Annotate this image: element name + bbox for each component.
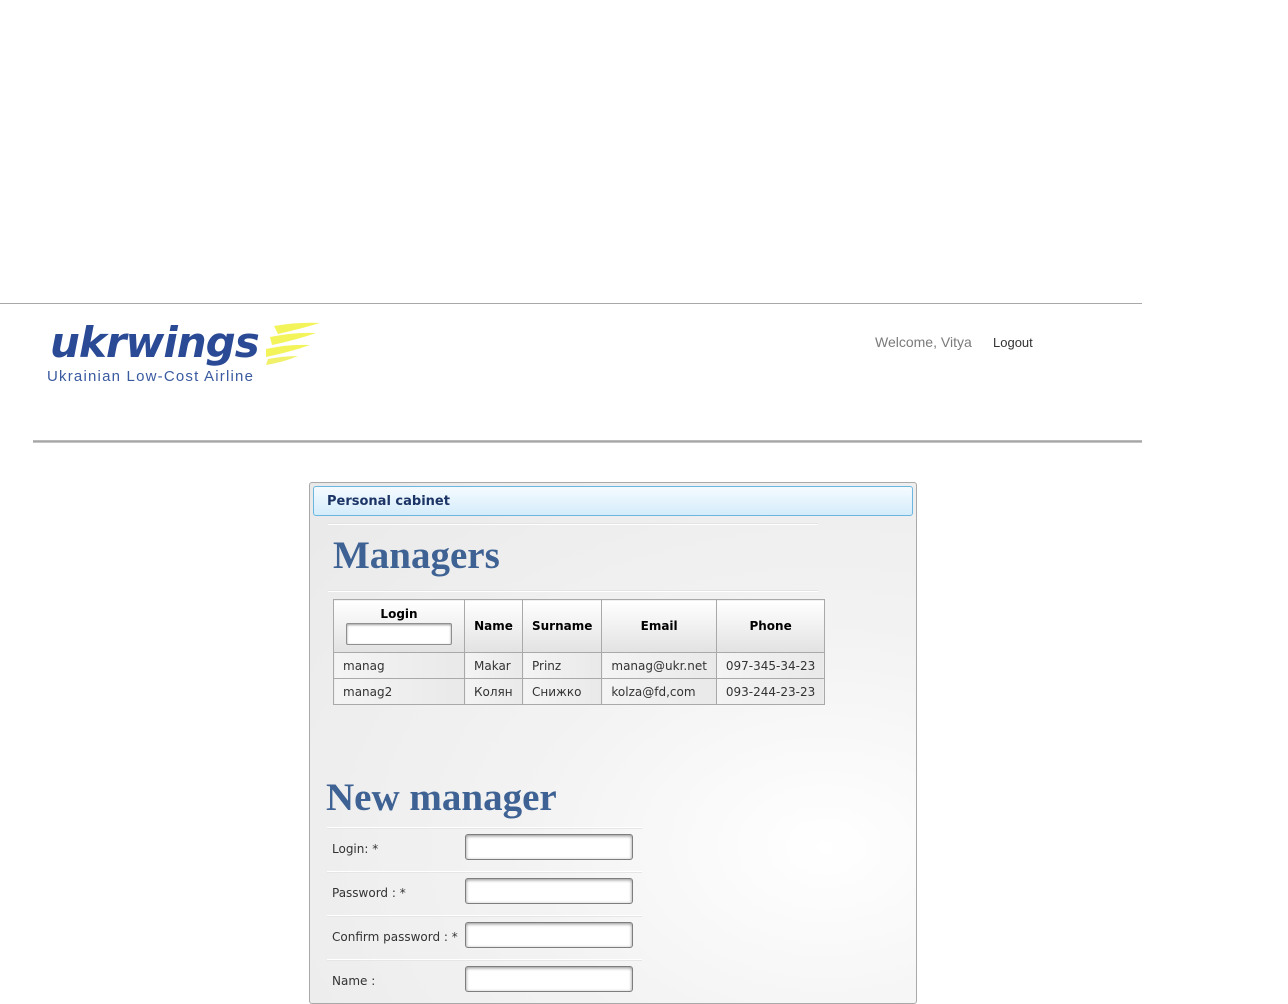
wings-swoosh-icon xyxy=(266,322,320,365)
section-divider xyxy=(328,590,818,592)
row-divider xyxy=(327,828,642,829)
table-row[interactable]: manag2 Колян Снижко kolza@fd,com 093-244… xyxy=(333,678,826,705)
column-header-label: Login xyxy=(380,607,418,621)
table-row[interactable]: manag Makar Prinz manag@ukr.net 097-345-… xyxy=(333,652,826,679)
cell-email: manag@ukr.net xyxy=(601,652,717,679)
logout-link[interactable]: Logout xyxy=(993,335,1033,350)
cell-email: kolza@fd,com xyxy=(601,678,717,705)
password-label: Password : * xyxy=(332,886,406,900)
personal-cabinet-panel: Personal cabinet Managers Login Name Sur… xyxy=(309,482,917,1004)
ukrwings-logo[interactable]: ukrwings Ukrainian Low-Cost Airline xyxy=(46,318,326,388)
password-input[interactable] xyxy=(465,878,633,904)
confirm-password-label: Confirm password : * xyxy=(332,930,458,944)
logo-tagline: Ukrainian Low-Cost Airline xyxy=(47,368,255,385)
section-divider xyxy=(328,523,818,525)
cell-surname: Prinz xyxy=(521,652,603,679)
panel-header[interactable]: Personal cabinet xyxy=(313,486,913,516)
form-row-password: Password : * xyxy=(327,871,642,916)
cell-login: manag2 xyxy=(333,678,465,705)
cell-phone: 097-345-34-23 xyxy=(715,652,826,679)
panel-title: Personal cabinet xyxy=(327,494,450,509)
login-label: Login: * xyxy=(332,842,379,856)
managers-title: Managers xyxy=(333,534,500,577)
column-header-phone[interactable]: Phone xyxy=(715,599,826,653)
row-divider xyxy=(327,960,642,961)
managers-table: Login Name Surname Email Phone manag Mak… xyxy=(333,599,826,705)
logo-wordmark: ukrwings xyxy=(50,318,260,367)
cell-surname: Снижко xyxy=(521,678,603,705)
login-filter-input[interactable] xyxy=(346,623,452,645)
form-row-name: Name : xyxy=(327,959,642,1004)
row-divider xyxy=(327,872,642,873)
new-manager-title: New manager xyxy=(326,776,557,819)
cell-phone: 093-244-23-23 xyxy=(715,678,826,705)
form-row-login: Login: * xyxy=(327,827,642,872)
cell-name: Колян xyxy=(464,678,523,705)
login-input[interactable] xyxy=(465,834,633,860)
column-header-login: Login xyxy=(333,599,465,653)
cell-name: Makar xyxy=(464,652,523,679)
header-bottom-divider xyxy=(33,440,1142,443)
column-header-email[interactable]: Email xyxy=(601,599,717,653)
header-top-divider xyxy=(0,303,1142,304)
column-header-name[interactable]: Name xyxy=(464,599,523,653)
welcome-text: Welcome, Vitya xyxy=(875,334,972,350)
column-header-surname[interactable]: Surname xyxy=(521,599,603,653)
table-header-row: Login Name Surname Email Phone xyxy=(333,599,826,653)
name-label: Name : xyxy=(332,974,376,988)
name-input[interactable] xyxy=(465,966,633,992)
cell-login: manag xyxy=(333,652,465,679)
form-row-confirm-password: Confirm password : * xyxy=(327,915,642,960)
confirm-password-input[interactable] xyxy=(465,922,633,948)
row-divider xyxy=(327,916,642,917)
